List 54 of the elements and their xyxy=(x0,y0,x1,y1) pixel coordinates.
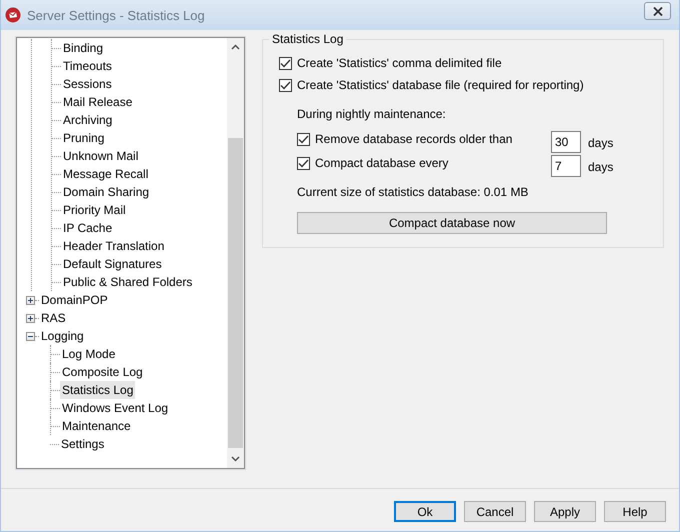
tree-item[interactable]: RAS xyxy=(39,309,68,327)
unit-label: days xyxy=(588,160,614,174)
tree-item[interactable]: Composite Log xyxy=(60,363,145,381)
checkbox-label[interactable]: Remove database records older than xyxy=(315,132,512,146)
tree-item[interactable]: Settings xyxy=(59,435,106,453)
tree-item[interactable]: Logging xyxy=(39,327,86,345)
tree-item[interactable]: Sessions xyxy=(61,75,114,93)
group-title: Statistics Log xyxy=(269,32,346,46)
close-icon xyxy=(652,6,662,16)
scroll-thumb[interactable] xyxy=(228,138,243,448)
tree-item[interactable]: Timeouts xyxy=(61,57,114,75)
days-field[interactable]: 30 xyxy=(551,131,581,153)
checkbox[interactable] xyxy=(297,156,310,170)
maintenance-label: During nightly maintenance: xyxy=(297,106,447,123)
expand-icon[interactable] xyxy=(26,296,35,304)
days-field[interactable]: 7 xyxy=(551,155,581,177)
tree-item[interactable]: Windows Event Log xyxy=(60,399,170,417)
checkbox[interactable] xyxy=(279,56,292,70)
tree-item[interactable]: Binding xyxy=(61,39,106,57)
tree-item[interactable]: Header Translation xyxy=(61,237,166,255)
tree-item[interactable]: Archiving xyxy=(61,111,114,129)
checkbox[interactable] xyxy=(279,78,292,92)
tree-item[interactable]: Mail Release xyxy=(61,93,134,111)
dialog-button[interactable]: Ok xyxy=(394,501,456,522)
tree-item[interactable]: Public & Shared Folders xyxy=(61,273,194,291)
checkbox-label[interactable]: Compact database every xyxy=(315,156,448,170)
scroll-down-icon[interactable] xyxy=(231,456,240,462)
tree-item[interactable]: Message Recall xyxy=(61,165,150,183)
tree-item[interactable]: Domain Sharing xyxy=(61,183,152,201)
dialog-button[interactable]: Apply xyxy=(534,501,596,522)
checkbox-label[interactable]: Create 'Statistics' database file (required for reporting) xyxy=(297,78,584,92)
unit-label: days xyxy=(588,136,614,150)
scrollbar[interactable] xyxy=(227,38,244,468)
window-title: Server Settings - Statistics Log xyxy=(27,8,206,22)
dialog-button[interactable]: Help xyxy=(604,501,666,522)
app-icon xyxy=(5,7,21,23)
collapse-icon[interactable] xyxy=(26,332,35,340)
database-size-text: Current size of statistics database: 0.01 MB xyxy=(297,184,530,201)
tree-item[interactable]: IP Cache xyxy=(61,219,114,237)
dialog-button[interactable]: Cancel xyxy=(464,501,526,522)
tree-item[interactable]: Log Mode xyxy=(60,345,118,363)
scroll-up-icon[interactable] xyxy=(231,44,240,50)
tree-item[interactable]: Unknown Mail xyxy=(61,147,140,165)
expand-icon[interactable] xyxy=(26,314,35,322)
compact-button[interactable]: Compact database now xyxy=(297,212,607,234)
close-button[interactable] xyxy=(644,2,671,20)
checkbox[interactable] xyxy=(297,132,310,146)
checkbox-label[interactable]: Create 'Statistics' comma delimited file xyxy=(297,56,502,70)
tree-item[interactable]: Maintenance xyxy=(60,417,133,435)
tree-item[interactable]: Priority Mail xyxy=(61,201,128,219)
tree-item[interactable]: DomainPOP xyxy=(39,291,110,309)
tree-item[interactable]: Default Signatures xyxy=(61,255,164,273)
tree-item[interactable]: Pruning xyxy=(61,129,106,147)
tree-item[interactable]: Statistics Log xyxy=(60,381,136,399)
